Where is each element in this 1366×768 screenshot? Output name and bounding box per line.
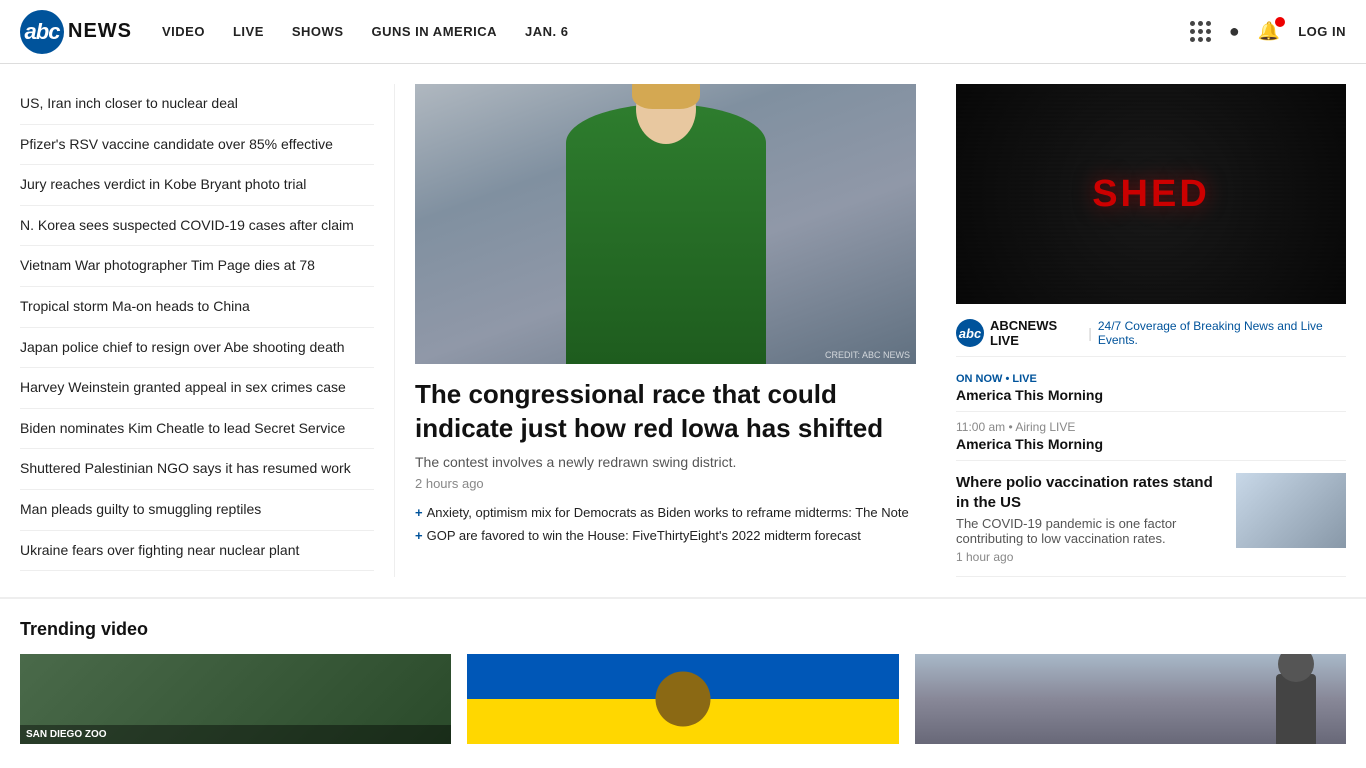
main-article-image-inner xyxy=(415,84,916,364)
abc-news-wordmark: NEWS xyxy=(68,20,132,43)
sidebar-link-7[interactable]: Harvey Weinstein granted appeal in sex c… xyxy=(20,379,346,395)
polio-block: Where polio vaccination rates stand in t… xyxy=(956,461,1346,577)
abc-live-label: ABCNEWS LIVE xyxy=(990,318,1082,348)
nav-item-live[interactable]: LIVE xyxy=(233,24,264,39)
polio-image-inner xyxy=(1236,473,1346,548)
abc-live-desc: 24/7 Coverage of Breaking News and Live … xyxy=(1098,319,1346,347)
grid-dot xyxy=(1198,21,1203,26)
sidebar-link-8[interactable]: Biden nominates Kim Cheatle to lead Secr… xyxy=(20,420,345,436)
on-now-badge: ON NOW • LIVE xyxy=(956,373,1346,385)
sidebar-link-9[interactable]: Shuttered Palestinian NGO says it has re… xyxy=(20,460,351,476)
polio-description: The COVID-19 pandemic is one factor cont… xyxy=(956,516,1224,546)
abc-logo-small: abc xyxy=(956,319,984,347)
grid-dot xyxy=(1198,37,1203,42)
main-article-description: The contest involves a newly redrawn swi… xyxy=(415,454,916,470)
sidebar-item-4[interactable]: Vietnam War photographer Tim Page dies a… xyxy=(20,246,374,287)
sidebar-item-7[interactable]: Harvey Weinstein granted appeal in sex c… xyxy=(20,368,374,409)
live-video-block[interactable]: SHED xyxy=(956,84,1346,304)
nav-item-shows[interactable]: SHOWS xyxy=(292,24,344,39)
sidebar-link-1[interactable]: Pfizer's RSV vaccine candidate over 85% … xyxy=(20,136,333,152)
trending-title: Trending video xyxy=(20,619,1346,640)
sidebar-item-8[interactable]: Biden nominates Kim Cheatle to lead Secr… xyxy=(20,409,374,450)
sidebar-item-0[interactable]: US, Iran inch closer to nuclear deal xyxy=(20,84,374,125)
header: abc NEWS VIDEO LIVE SHOWS GUNS IN AMERIC… xyxy=(0,0,1366,64)
sidebar-item-1[interactable]: Pfizer's RSV vaccine candidate over 85% … xyxy=(20,125,374,166)
login-button[interactable]: LOG IN xyxy=(1298,24,1346,39)
header-right: ● 🔔 LOG IN xyxy=(1190,21,1346,42)
grid-dot xyxy=(1206,29,1211,34)
sidebar-link-3[interactable]: N. Korea sees suspected COVID-19 cases a… xyxy=(20,217,354,233)
sidebar-item-11[interactable]: Ukraine fears over fighting near nuclear… xyxy=(20,531,374,572)
schedule-time-0: 11:00 am • Airing LIVE xyxy=(956,420,1346,434)
abc-news-live-bar: abc ABCNEWS LIVE | 24/7 Coverage of Brea… xyxy=(956,310,1346,357)
grid-dot xyxy=(1190,21,1195,26)
right-sidebar: SHED abc ABCNEWS LIVE | 24/7 Coverage of… xyxy=(936,84,1346,577)
sidebar-item-9[interactable]: Shuttered Palestinian NGO says it has re… xyxy=(20,449,374,490)
sidebar-link-6[interactable]: Japan police chief to resign over Abe sh… xyxy=(20,339,345,355)
main-article-time: 2 hours ago xyxy=(415,476,916,491)
video-label-0: SAN DIEGO ZOO xyxy=(26,729,445,740)
polio-time: 1 hour ago xyxy=(956,550,1224,564)
logo[interactable]: abc NEWS xyxy=(20,10,132,54)
grid-dot xyxy=(1190,29,1195,34)
abc-logo-circle: abc xyxy=(20,10,64,54)
left-sidebar: US, Iran inch closer to nuclear deal Pfi… xyxy=(20,84,395,577)
nav-item-jan6[interactable]: JAN. 6 xyxy=(525,24,568,39)
trending-video-2[interactable] xyxy=(915,654,1346,744)
notification-bell[interactable]: 🔔 xyxy=(1258,21,1280,42)
sidebar-item-2[interactable]: Jury reaches verdict in Kobe Bryant phot… xyxy=(20,165,374,206)
sidebar-link-11[interactable]: Ukraine fears over fighting near nuclear… xyxy=(20,542,299,558)
center-main: CREDIT: ABC NEWS The congressional race … xyxy=(395,84,936,577)
related-link-0[interactable]: + Anxiety, optimism mix for Democrats as … xyxy=(415,505,916,520)
related-link-text-0: Anxiety, optimism mix for Democrats as B… xyxy=(427,505,909,520)
sidebar-link-0[interactable]: US, Iran inch closer to nuclear deal xyxy=(20,95,238,111)
main-nav: VIDEO LIVE SHOWS GUNS IN AMERICA JAN. 6 xyxy=(162,24,1190,39)
plus-icon-1: + xyxy=(415,528,423,543)
schedule-show-0[interactable]: America This Morning xyxy=(956,436,1346,452)
grid-dot xyxy=(1198,29,1203,34)
nav-item-video[interactable]: VIDEO xyxy=(162,24,205,39)
related-link-text-1: GOP are favored to win the House: FiveTh… xyxy=(427,528,861,543)
notification-badge xyxy=(1275,17,1285,27)
sidebar-item-6[interactable]: Japan police chief to resign over Abe sh… xyxy=(20,328,374,369)
grid-dot xyxy=(1206,37,1211,42)
nav-item-guns[interactable]: GUNS IN AMERICA xyxy=(372,24,497,39)
divider-pipe: | xyxy=(1088,325,1092,341)
sidebar-link-5[interactable]: Tropical storm Ma-on heads to China xyxy=(20,298,250,314)
trending-video-1[interactable] xyxy=(467,654,898,744)
main-content: US, Iran inch closer to nuclear deal Pfi… xyxy=(0,64,1366,577)
main-article-image[interactable]: CREDIT: ABC NEWS xyxy=(415,84,916,364)
grid-icon[interactable] xyxy=(1190,21,1211,42)
abc-logo-text: abc xyxy=(25,19,60,45)
sidebar-item-10[interactable]: Man pleads guilty to smuggling reptiles xyxy=(20,490,374,531)
sidebar-item-3[interactable]: N. Korea sees suspected COVID-19 cases a… xyxy=(20,206,374,247)
sidebar-link-2[interactable]: Jury reaches verdict in Kobe Bryant phot… xyxy=(20,176,306,192)
polio-text: Where polio vaccination rates stand in t… xyxy=(956,473,1224,564)
main-article-title[interactable]: The congressional race that could indica… xyxy=(415,378,916,446)
search-icon[interactable]: ● xyxy=(1229,21,1240,42)
sidebar-link-4[interactable]: Vietnam War photographer Tim Page dies a… xyxy=(20,257,315,273)
schedule-item-0: 11:00 am • Airing LIVE America This Morn… xyxy=(956,412,1346,461)
sidebar-link-10[interactable]: Man pleads guilty to smuggling reptiles xyxy=(20,501,261,517)
related-link-1[interactable]: + GOP are favored to win the House: FiveT… xyxy=(415,528,916,543)
trending-videos: SAN DIEGO ZOO xyxy=(20,654,1346,744)
polio-image[interactable] xyxy=(1236,473,1346,548)
trending-section: Trending video SAN DIEGO ZOO xyxy=(0,597,1366,764)
image-caption: CREDIT: ABC NEWS xyxy=(825,350,910,360)
on-now-show[interactable]: America This Morning xyxy=(956,387,1346,403)
trending-video-0[interactable]: SAN DIEGO ZOO xyxy=(20,654,451,744)
related-links: + Anxiety, optimism mix for Democrats as … xyxy=(415,505,916,543)
plus-icon-0: + xyxy=(415,505,423,520)
on-now-block: ON NOW • LIVE America This Morning xyxy=(956,357,1346,412)
grid-dot xyxy=(1190,37,1195,42)
grid-dot xyxy=(1206,21,1211,26)
sidebar-item-5[interactable]: Tropical storm Ma-on heads to China xyxy=(20,287,374,328)
live-video-title: SHED xyxy=(1092,173,1210,216)
polio-title[interactable]: Where polio vaccination rates stand in t… xyxy=(956,473,1224,512)
